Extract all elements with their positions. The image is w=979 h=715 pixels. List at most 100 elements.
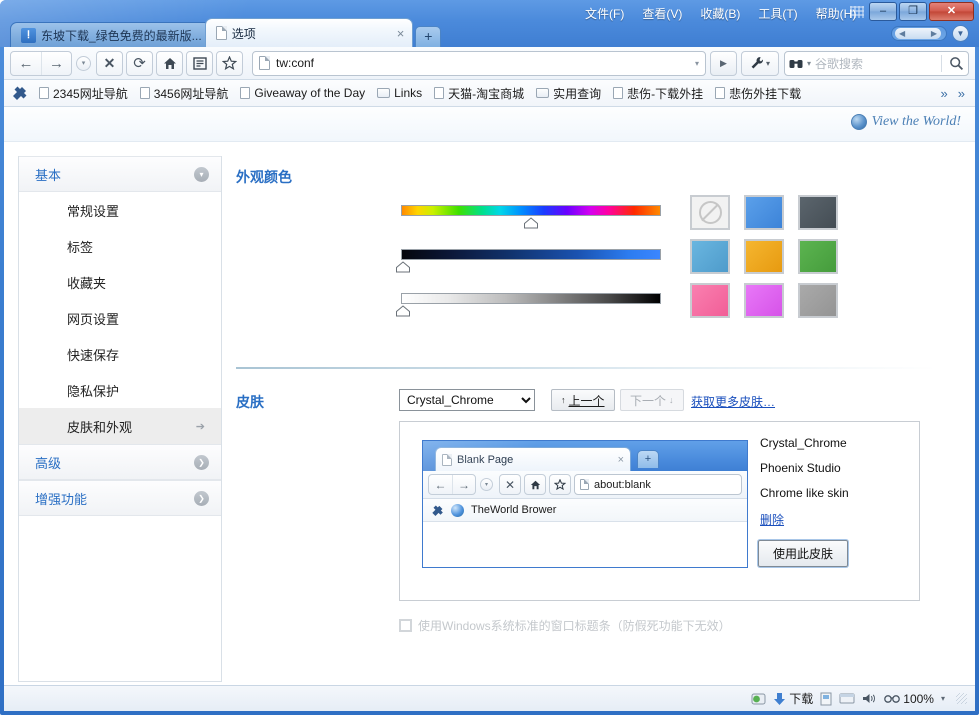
status-zoom-caret[interactable]: ▾ xyxy=(941,694,945,703)
bookmark-item[interactable]: Giveaway of the Day xyxy=(235,84,370,102)
sidebar-item-favorites[interactable]: 收藏夹 xyxy=(19,264,221,300)
windows-titlebar-option[interactable]: 使用Windows系统标准的窗口标题条（防假死功能下无效） xyxy=(399,617,731,634)
sidebar-item-skin[interactable]: 皮肤和外观 ➔ xyxy=(19,408,221,444)
chevron-down-icon[interactable]: ▾ xyxy=(807,59,811,68)
status-save-icon[interactable] xyxy=(820,692,832,706)
refresh-button[interactable]: ⟳ xyxy=(126,50,153,76)
add-favorite-button[interactable] xyxy=(216,50,243,76)
sidebar-item-tabs[interactable]: 标签 xyxy=(19,228,221,264)
luminance-slider-knob[interactable] xyxy=(395,261,411,273)
new-tab-button[interactable]: + xyxy=(415,26,442,47)
bookmark-item[interactable]: 天猫-淘宝商城 xyxy=(429,83,529,104)
checkbox[interactable] xyxy=(399,619,412,632)
hue-gradient-track[interactable] xyxy=(401,205,661,216)
status-window-icon[interactable] xyxy=(839,692,855,705)
maximize-button[interactable]: ❐ xyxy=(899,2,927,21)
sidebar-item-webpage[interactable]: 网页设置 xyxy=(19,300,221,336)
chevron-right-icon[interactable]: ❯ xyxy=(194,490,209,506)
swatch-magenta[interactable] xyxy=(744,282,784,318)
forward-button[interactable]: → xyxy=(41,51,71,75)
tab-dongpo[interactable]: ⵑ 东坡下载_绿色免费的最新版... × xyxy=(10,22,211,47)
bookmarks-overflow-button-2[interactable]: » xyxy=(954,86,969,101)
resize-grip-icon[interactable] xyxy=(956,693,967,704)
swatch-blue[interactable] xyxy=(744,194,784,230)
bookmark-label: 2345网址导航 xyxy=(53,86,128,101)
search-box[interactable]: ▾ 谷歌搜索 xyxy=(784,50,969,76)
tab-list-dropdown-button[interactable]: ▼ xyxy=(952,25,969,42)
bookmark-item[interactable]: 3456网址导航 xyxy=(135,83,234,104)
sidebar-item-privacy[interactable]: 隐私保护 xyxy=(19,372,221,408)
slider-thumb[interactable]: ◀ ▶ xyxy=(895,28,941,39)
sidebar-item-quicksave[interactable]: 快速保存 xyxy=(19,336,221,372)
hue-slider[interactable] xyxy=(401,205,661,229)
skin-list-item[interactable]: Chrome like skin xyxy=(760,486,910,500)
tools-button[interactable]: ▾ xyxy=(741,50,779,76)
history-dropdown-button[interactable]: ▾ xyxy=(76,55,91,71)
swatch-dark-slate[interactable] xyxy=(798,194,838,230)
bookmark-item[interactable]: 2345网址导航 xyxy=(34,83,133,104)
slider-track[interactable]: ◀ ▶ xyxy=(891,26,947,41)
bookmark-item[interactable]: 悲伤-下载外挂 xyxy=(608,83,708,104)
menu-favorites[interactable]: 收藏(B) xyxy=(695,3,745,24)
minimize-button[interactable]: – xyxy=(869,2,897,21)
next-skin-button[interactable]: 下一个 ↓ xyxy=(620,389,684,411)
bookmark-label: 实用查询 xyxy=(553,86,602,101)
skin-list-item[interactable]: Crystal_Chrome xyxy=(760,436,910,450)
skin-name-list: Crystal_Chrome Phoenix Studio Chrome lik… xyxy=(760,436,910,528)
address-bar[interactable]: tw:conf ▾ xyxy=(252,50,706,76)
saturation-slider-knob[interactable] xyxy=(395,305,411,317)
go-button[interactable]: ▶ xyxy=(710,50,737,76)
divider xyxy=(941,54,942,72)
swatch-none[interactable] xyxy=(690,194,730,230)
home-button[interactable] xyxy=(156,50,183,76)
skin-list-item[interactable]: Phoenix Studio xyxy=(760,461,910,475)
globe-icon xyxy=(451,503,464,517)
status-sound-icon[interactable] xyxy=(862,692,877,705)
search-input-placeholder[interactable]: 谷歌搜索 xyxy=(815,55,934,72)
sidebar-item-general[interactable]: 常规设置 xyxy=(19,192,221,228)
tab-options[interactable]: 选项 × xyxy=(204,18,414,47)
bookmarks-overflow-button[interactable]: » xyxy=(937,86,952,101)
status-download[interactable]: 下载 xyxy=(773,690,813,707)
menu-tools[interactable]: 工具(T) xyxy=(753,3,802,24)
skin-select[interactable]: Crystal_Chrome Phoenix Studio Chrome lik… xyxy=(399,389,535,411)
use-skin-button[interactable]: 使用此皮肤 xyxy=(758,540,849,567)
hue-slider-knob[interactable] xyxy=(523,217,539,229)
tab-scroll-slider[interactable]: ◀ ▶ ▼ xyxy=(891,25,969,42)
address-value: tw:conf xyxy=(276,56,315,70)
swatch-light-blue[interactable] xyxy=(690,238,730,274)
nav-group-basic[interactable]: 基本 ▾ xyxy=(19,156,221,192)
sidebar-item-label: 标签 xyxy=(67,239,94,255)
bookmark-item[interactable]: 悲伤外挂下载 xyxy=(710,83,806,104)
chevron-down-icon[interactable]: ▾ xyxy=(695,59,699,68)
status-proxy-icon[interactable] xyxy=(751,692,766,706)
get-more-skins-link[interactable]: 获取更多皮肤… xyxy=(691,393,775,410)
chevron-down-icon[interactable]: ▾ xyxy=(194,166,209,182)
menu-view[interactable]: 查看(V) xyxy=(637,3,687,24)
luminance-gradient-track[interactable] xyxy=(401,249,661,260)
prev-skin-button[interactable]: ↑ 上一个 xyxy=(551,389,615,411)
status-zoom[interactable]: 100% xyxy=(884,692,934,706)
refresh-icon: ⟳ xyxy=(133,55,146,72)
saturation-slider[interactable] xyxy=(396,293,661,317)
tab-close-icon[interactable]: × xyxy=(397,26,405,41)
stop-button[interactable]: ✕ xyxy=(96,50,123,76)
swatch-green[interactable] xyxy=(798,238,838,274)
bookmark-item[interactable]: Links xyxy=(372,84,427,102)
swatch-pink[interactable] xyxy=(690,282,730,318)
saturation-gradient-track[interactable] xyxy=(401,293,661,304)
bookmark-item[interactable]: 实用查询 xyxy=(531,83,606,104)
menu-file[interactable]: 文件(F) xyxy=(580,3,629,24)
luminance-slider[interactable] xyxy=(396,249,661,273)
close-button[interactable]: ✕ xyxy=(929,2,974,21)
tab-strip: ⵑ 东坡下载_绿色免费的最新版... × 选项 × + xyxy=(0,17,442,47)
page-icon xyxy=(39,87,49,99)
reader-mode-button[interactable] xyxy=(186,50,213,76)
chevron-right-icon[interactable]: ❯ xyxy=(194,454,209,470)
swatch-orange[interactable] xyxy=(744,238,784,274)
nav-group-advanced[interactable]: 高级 ❯ xyxy=(19,444,221,480)
swatch-gray[interactable] xyxy=(798,282,838,318)
nav-group-enhanced[interactable]: 增强功能 ❯ xyxy=(19,480,221,516)
delete-skin-link[interactable]: 删除 xyxy=(760,513,784,527)
back-button[interactable]: ← xyxy=(11,52,41,75)
